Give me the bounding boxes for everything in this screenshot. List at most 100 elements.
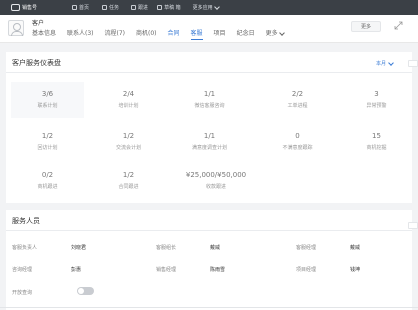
nav-drafts[interactable]: 草稿 箱	[157, 4, 181, 11]
stat-tile[interactable]: 0 不满意度跟踪	[261, 124, 334, 160]
stat-value: 0/2	[41, 171, 54, 179]
home-icon	[72, 5, 78, 10]
stat-value: 3/6	[41, 90, 54, 98]
field-value-service-manager: 戴威	[350, 245, 361, 251]
field-value-service-owner: 刘晓君	[71, 245, 87, 251]
stat-label: 微信客服咨询	[194, 103, 225, 109]
nav-follow-up[interactable]: 跟进	[131, 4, 148, 11]
stat-value: 0	[295, 132, 300, 140]
stat-label: 异常预警	[366, 103, 387, 109]
stat-value: 1/1	[203, 90, 216, 98]
tab-customer-service[interactable]: 客服	[190, 28, 203, 40]
app-name: 销售号	[22, 5, 38, 11]
stat-tile[interactable]: 1/1 微信客服咨询	[173, 82, 246, 118]
tab-project[interactable]: 项目	[214, 28, 226, 40]
stat-tile[interactable]: 2/2 工单进程	[261, 82, 334, 118]
field-value-consult-manager: 彭惠	[71, 267, 82, 273]
stat-value: 2/2	[291, 90, 304, 98]
nav-drafts-label: 草稿 箱	[164, 5, 181, 11]
field-label-project-manager: 项目经理	[296, 267, 317, 273]
stat-label: 满意度调查计划	[191, 145, 227, 151]
stat-value: 1/1	[203, 132, 216, 140]
stat-label: 合同跟进	[118, 184, 139, 190]
expand-icon[interactable]	[394, 21, 403, 30]
staff-title: 服务人员	[12, 217, 40, 225]
stat-tile[interactable]: 2/4 培训计划	[92, 82, 165, 118]
field-label-service-lead: 客服组长	[156, 245, 177, 251]
field-label-consult-manager: 咨询经理	[12, 267, 33, 273]
service-dashboard-panel: 客户服务仪表盘 本月 3/6 联系计划 2/4 培训计划 1/1 微信客服咨询 2/2 工单进…	[6, 52, 412, 203]
field-value-project-manager: 钱坤	[350, 267, 361, 273]
more-button[interactable]: 更多	[351, 21, 381, 32]
toggle-knob	[78, 288, 84, 294]
stat-value: 2/4	[122, 90, 135, 98]
chevron-down-icon	[278, 30, 285, 36]
stat-tile[interactable]: 3 异常预警	[340, 82, 413, 118]
dashboard-title: 客户服务仪表盘	[12, 59, 61, 67]
page-title: 客户	[32, 20, 45, 27]
nav-home-label: 首页	[79, 5, 90, 11]
open-query-toggle[interactable]	[77, 287, 94, 295]
record-header: 客户 基本信息 联系人(3) 流程(7) 商机(0) 合同 客服 项目 纪念日 …	[0, 15, 418, 43]
tab-more[interactable]: 更多	[265, 28, 285, 40]
chevron-down-icon	[388, 59, 394, 66]
nav-follow-up-label: 跟进	[138, 5, 149, 11]
tab-more-label: 更多	[265, 30, 278, 37]
follow-icon	[131, 5, 137, 10]
draft-icon	[157, 5, 163, 10]
nav-more-apps[interactable]: 更多应用	[192, 3, 220, 11]
stat-tile[interactable]: 1/2 合同跟进	[92, 163, 165, 199]
field-value-sales-manager: 陈雨雪	[210, 267, 226, 273]
stat-tile[interactable]: 3/6 联系计划	[11, 82, 84, 118]
field-label-service-manager: 客服经理	[296, 245, 317, 251]
tab-contract[interactable]: 合同	[168, 28, 180, 40]
stat-tile[interactable]: 1/2 交流会计划	[92, 124, 165, 160]
stat-label: 收款跟进	[205, 184, 226, 190]
divider	[6, 72, 412, 73]
stat-value: 15	[372, 132, 381, 140]
customer-avatar	[8, 20, 24, 36]
field-label-service-owner: 客服负责人	[12, 245, 38, 251]
task-icon	[102, 5, 108, 10]
stat-tile[interactable]: 1/1 满意度调查计划	[173, 124, 246, 160]
stat-label: 培训计划	[118, 103, 139, 109]
service-staff-panel: 服务人员 客服负责人 刘晓君 客服组长 戴威 客服经理 戴威 咨询经理 彭惠 销…	[6, 210, 412, 310]
field-value-service-lead: 戴威	[210, 245, 221, 251]
tab-process[interactable]: 流程(7)	[105, 28, 126, 40]
stat-label: 商机跟进	[37, 184, 58, 190]
toggle-label-open-query: 开放查询	[12, 290, 33, 296]
stat-label: 商机挖掘	[366, 145, 387, 151]
top-nav-bar: 销售号 首页 任务 跟进 草稿 箱 更多应用	[0, 0, 418, 15]
stat-tile[interactable]: 1/2 回访计划	[11, 124, 84, 160]
stat-label: 交流会计划	[115, 145, 141, 151]
record-tabs: 基本信息 联系人(3) 流程(7) 商机(0) 合同 客服 项目 纪念日 更多	[32, 28, 295, 40]
stat-label: 工单进程	[287, 103, 308, 109]
nav-home[interactable]: 首页	[72, 4, 89, 11]
stat-tile[interactable]: 15 商机挖掘	[340, 124, 413, 160]
nav-more-apps-label: 更多应用	[192, 5, 213, 11]
stat-value: 1/2	[41, 132, 54, 140]
divider	[6, 230, 412, 231]
period-select[interactable]: 本月	[376, 59, 394, 67]
field-label-sales-manager: 销售经理	[156, 267, 177, 273]
tab-contacts[interactable]: 联系人(3)	[67, 28, 94, 40]
tab-anniversary[interactable]: 纪念日	[237, 28, 255, 40]
chat-bubble-icon	[11, 4, 20, 11]
panel-collapse-handle[interactable]	[408, 222, 418, 229]
stat-value: 1/2	[122, 132, 135, 140]
tab-basic-info[interactable]: 基本信息	[32, 28, 56, 40]
stat-tile[interactable]: ¥25,000/¥50,000 收款跟进	[166, 163, 266, 199]
app-logo[interactable]: 销售号	[11, 4, 37, 11]
stat-value: 3	[374, 90, 379, 98]
chevron-down-icon	[213, 3, 220, 10]
nav-task[interactable]: 任务	[102, 4, 119, 11]
stat-tile[interactable]: 0/2 商机跟进	[11, 163, 84, 199]
stat-label: 回访计划	[37, 145, 58, 151]
stat-label: 联系计划	[37, 103, 58, 109]
stat-value: ¥25,000/¥50,000	[185, 171, 247, 179]
period-select-value: 本月	[376, 61, 387, 67]
stat-label: 不满意度跟踪	[282, 145, 313, 151]
stat-value: 1/2	[122, 171, 135, 179]
panel-collapse-handle[interactable]	[408, 60, 418, 67]
tab-opportunities[interactable]: 商机(0)	[136, 28, 157, 40]
